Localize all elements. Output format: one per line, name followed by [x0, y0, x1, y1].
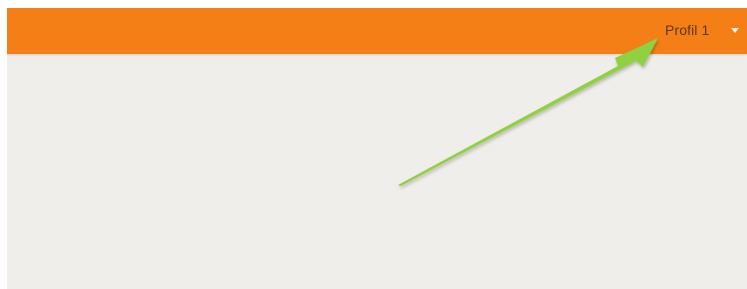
profile-menu-label: Profil 1	[665, 22, 710, 38]
content-area	[7, 54, 747, 289]
caret-down-icon	[731, 28, 740, 33]
top-app-bar: Profil 1	[7, 8, 747, 54]
app-frame: Profil 1	[7, 8, 747, 289]
profile-menu[interactable]: Profil 1	[665, 21, 740, 39]
